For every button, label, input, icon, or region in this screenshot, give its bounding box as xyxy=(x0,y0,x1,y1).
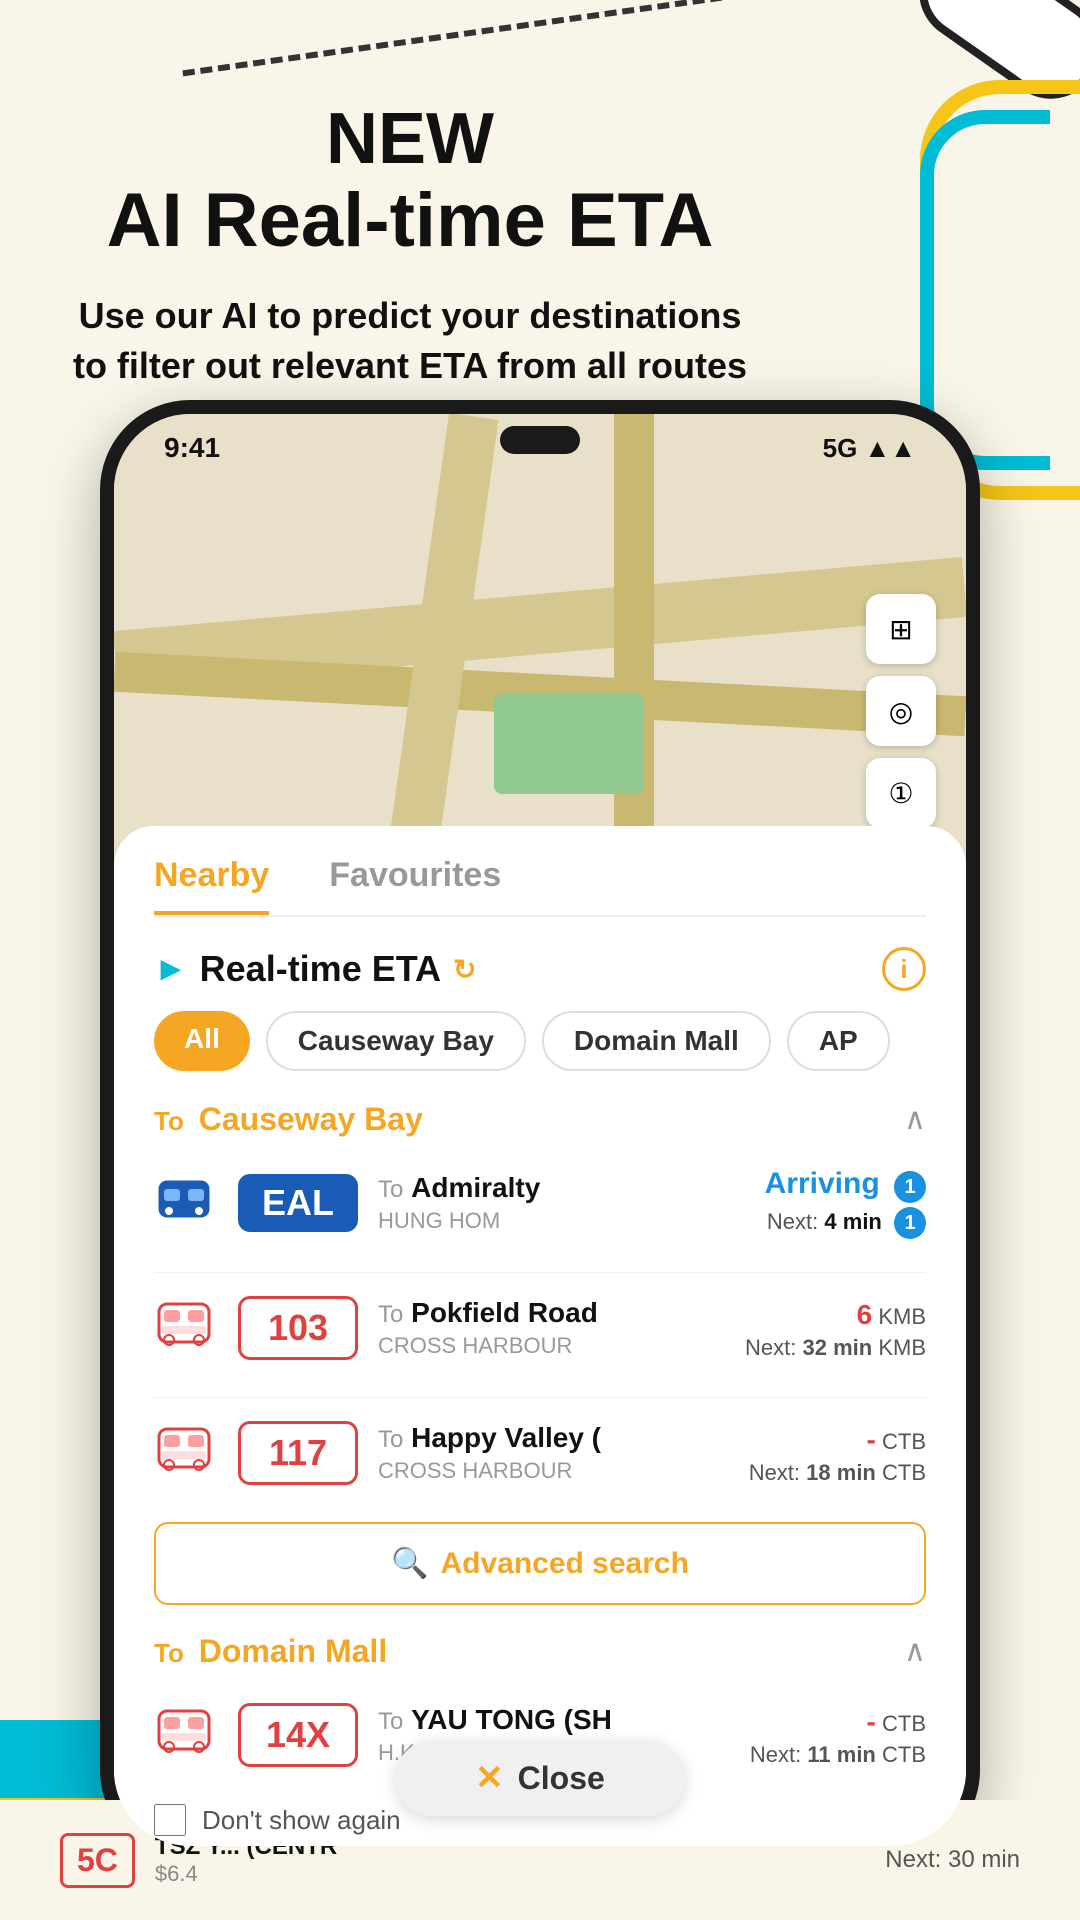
divider-2 xyxy=(154,1397,926,1398)
causeway-bay-title: To Causeway Bay xyxy=(154,1101,423,1138)
bus-117-icon xyxy=(154,1421,218,1485)
domain-mall-name: Domain Mall xyxy=(199,1633,387,1669)
causeway-bay-section-header: To Causeway Bay ∧ xyxy=(154,1101,926,1138)
close-button[interactable]: ✕ Close xyxy=(395,1740,685,1816)
divider-1 xyxy=(154,1272,926,1273)
subtitle-text: Use our AI to predict your destinations … xyxy=(60,291,760,392)
bottom-route-next: Next: 30 min xyxy=(885,1846,1020,1874)
eta-title-text: Real-time ETA xyxy=(200,948,441,990)
chip-domain-mall[interactable]: Domain Mall xyxy=(542,1011,771,1071)
bus-103-icon xyxy=(154,1296,218,1360)
main-title: AI Real-time ETA xyxy=(60,179,760,263)
route-row-eal[interactable]: EAL To Admiralty Hung Hom Arriving 1 Nex… xyxy=(154,1158,926,1248)
route-117-mins: - CTB xyxy=(749,1424,926,1456)
map-controls: ⊞ ◎ ① xyxy=(866,594,936,828)
eal-next-badge: 1 xyxy=(894,1207,926,1239)
filter-chips: All Causeway Bay Domain Mall AP xyxy=(154,1011,926,1071)
chip-causeway-bay[interactable]: Causeway Bay xyxy=(266,1011,526,1071)
domain-mall-title: To Domain Mall xyxy=(154,1633,387,1670)
dont-show-label: Don't show again xyxy=(202,1805,401,1836)
tab-favourites[interactable]: Favourites xyxy=(329,856,501,915)
route-14x-eta: - CTB Next: 11 min CTB xyxy=(750,1702,926,1768)
status-time: 9:41 xyxy=(164,432,220,464)
route-117-dest-name: Happy Valley ( xyxy=(411,1422,601,1453)
route-103-via: CROSS HARBOUR xyxy=(378,1333,725,1359)
route-14x-next: Next: 11 min CTB xyxy=(750,1742,926,1768)
route-row-103[interactable]: 103 To Pokfield Road CROSS HARBOUR 6 KMB… xyxy=(154,1283,926,1373)
bottom-sheet: Nearby Favourites ► Real-time ETA ↻ i Al… xyxy=(114,826,966,1846)
to-label-domain: To xyxy=(154,1638,184,1668)
camera-notch xyxy=(500,426,580,454)
header-section: NEW AI Real-time ETA Use our AI to predi… xyxy=(60,100,760,392)
new-label: NEW xyxy=(60,100,760,179)
to-label-causeway: To xyxy=(154,1106,184,1136)
eal-eta-badge-1: 1 xyxy=(894,1171,926,1203)
route-117-info: To Happy Valley ( CROSS HARBOUR xyxy=(378,1422,729,1484)
map-green-area xyxy=(494,694,644,794)
eal-transport-icon xyxy=(154,1171,218,1235)
map-location-button[interactable]: ◎ xyxy=(866,676,936,746)
eta-title: ► Real-time ETA ↻ xyxy=(154,948,477,990)
causeway-bay-name: Causeway Bay xyxy=(199,1101,423,1137)
route-117-via: CROSS HARBOUR xyxy=(378,1458,729,1484)
eal-route-info: To Admiralty Hung Hom xyxy=(378,1172,745,1234)
navigation-icon: ► xyxy=(154,950,188,989)
route-117-eta: - CTB Next: 18 min CTB xyxy=(749,1420,926,1486)
route-103-next: Next: 32 min KMB xyxy=(745,1335,926,1361)
advanced-search-button[interactable]: 🔍 Advanced search xyxy=(154,1522,926,1605)
chip-ap[interactable]: AP xyxy=(787,1011,890,1071)
route-103-dest: To Pokfield Road xyxy=(378,1297,725,1329)
route-14x-number: 14X xyxy=(238,1703,358,1767)
route-117-dest: To Happy Valley ( xyxy=(378,1422,729,1454)
domain-mall-section-header: To Domain Mall ∧ xyxy=(154,1633,926,1670)
close-label: Close xyxy=(518,1760,605,1797)
eal-destination: To Admiralty xyxy=(378,1172,745,1204)
phone-mockup: 9:41 5G ▲▲ ⊞ ◎ ① Nearby Favourites ► Rea… xyxy=(100,400,980,1860)
map-layers-button[interactable]: ⊞ xyxy=(866,594,936,664)
eal-eta: Arriving 1 Next: 4 min 1 xyxy=(765,1167,926,1239)
refresh-icon[interactable]: ↻ xyxy=(453,953,476,986)
eal-arriving-label: Arriving 1 xyxy=(765,1167,926,1203)
map-zoom-button[interactable]: ① xyxy=(866,758,936,828)
route-103-eta: 6 KMB Next: 32 min KMB xyxy=(745,1295,926,1361)
close-icon: ✕ xyxy=(475,1758,504,1798)
eal-via: Hung Hom xyxy=(378,1208,745,1234)
eal-next-time: Next: 4 min 1 xyxy=(765,1207,926,1239)
route-117-next: Next: 18 min CTB xyxy=(749,1460,926,1486)
route-14x-dest: To YAU TONG (SH xyxy=(378,1704,730,1736)
bus-14x-icon xyxy=(154,1703,218,1767)
info-button[interactable]: i xyxy=(882,947,926,991)
domain-collapse-icon[interactable]: ∧ xyxy=(904,1634,926,1669)
route-117-number: 117 xyxy=(238,1421,358,1485)
dashed-decoration xyxy=(182,0,757,76)
eta-header-row: ► Real-time ETA ↻ i xyxy=(154,947,926,991)
route-14x-mins: - CTB xyxy=(750,1706,926,1738)
route-103-number: 103 xyxy=(238,1296,358,1360)
chip-all[interactable]: All xyxy=(154,1011,250,1071)
advanced-search-label: Advanced search xyxy=(440,1547,688,1581)
route-103-info: To Pokfield Road CROSS HARBOUR xyxy=(378,1297,725,1359)
status-signal: 5G ▲▲ xyxy=(823,433,916,464)
route-103-dest-name: Pokfield Road xyxy=(411,1297,598,1328)
tab-nearby[interactable]: Nearby xyxy=(154,856,269,915)
phone-frame: 9:41 5G ▲▲ ⊞ ◎ ① Nearby Favourites ► Rea… xyxy=(100,400,980,1860)
route-103-mins: 6 KMB xyxy=(745,1299,926,1331)
route-14x-dest-name: YAU TONG (SH xyxy=(411,1704,612,1735)
tab-bar: Nearby Favourites xyxy=(154,856,926,917)
eal-dest-name: Admiralty xyxy=(411,1172,540,1203)
eal-route-number: EAL xyxy=(238,1174,358,1232)
dont-show-checkbox[interactable] xyxy=(154,1804,186,1836)
causeway-collapse-icon[interactable]: ∧ xyxy=(904,1102,926,1137)
route-row-117[interactable]: 117 To Happy Valley ( CROSS HARBOUR - CT… xyxy=(154,1408,926,1498)
search-icon: 🔍 xyxy=(391,1546,428,1581)
